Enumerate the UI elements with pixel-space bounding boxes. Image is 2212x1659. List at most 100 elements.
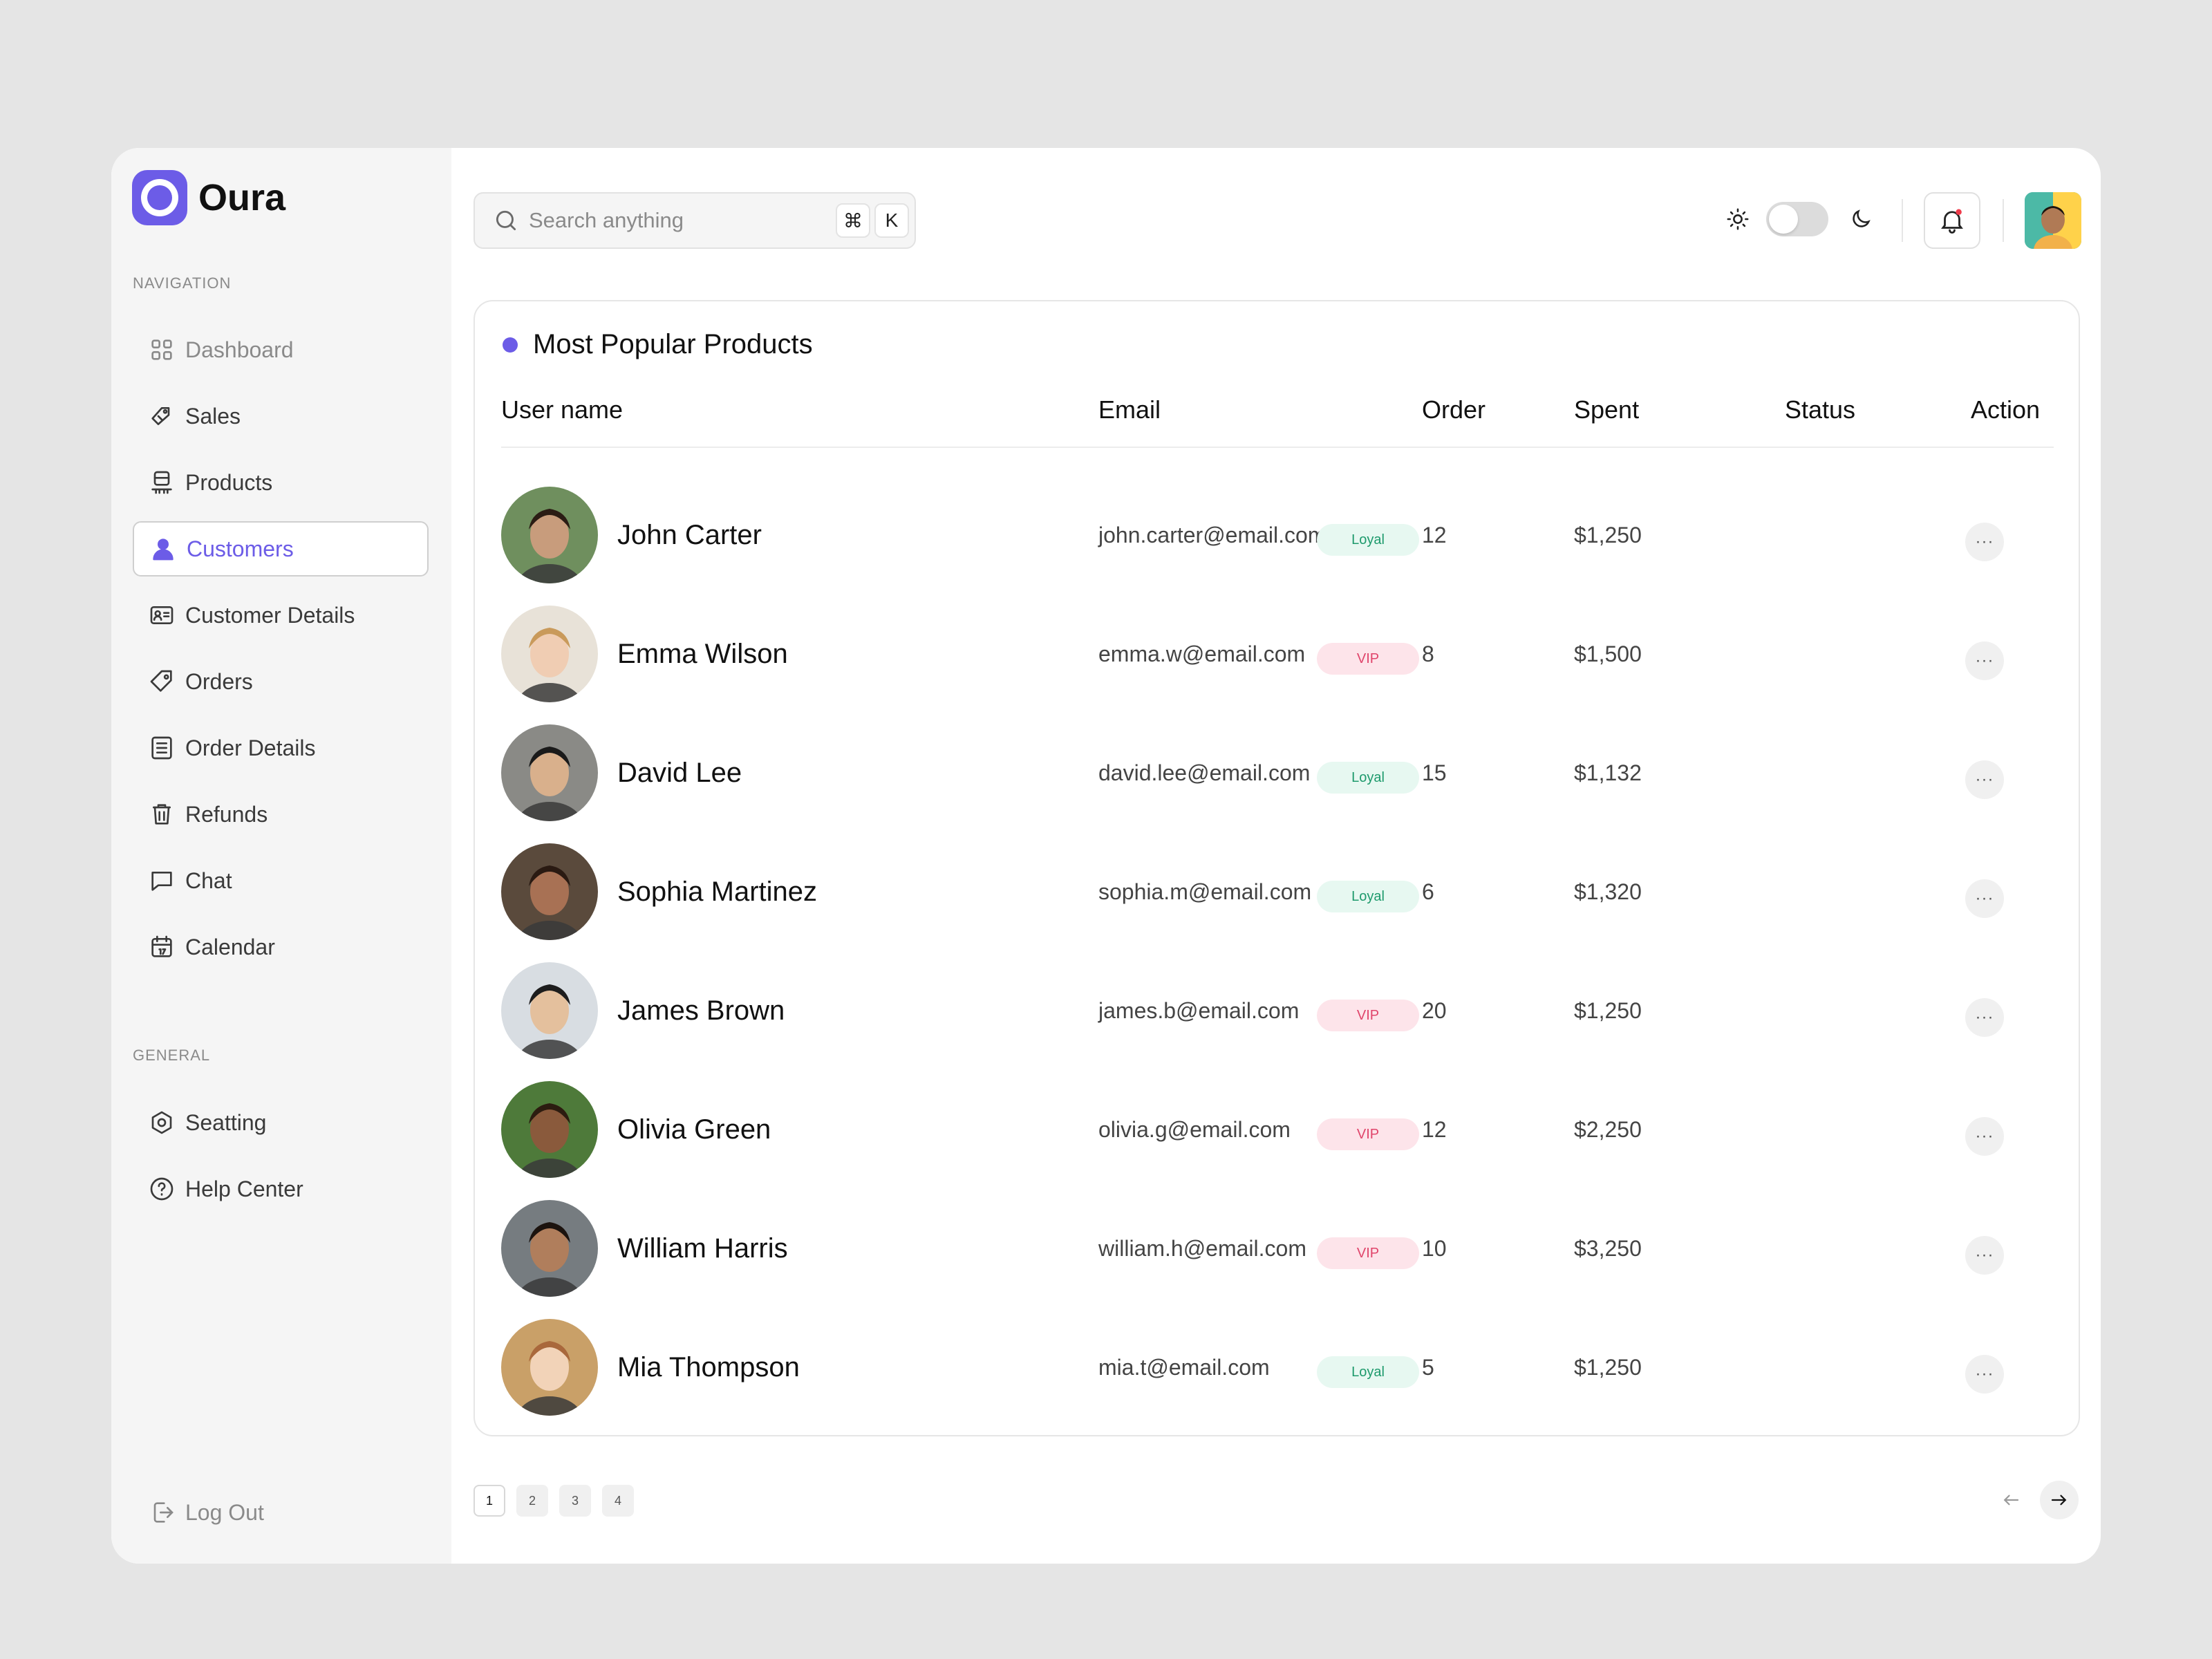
column-header-order[interactable]: Order [1422,395,1485,424]
title-dot [503,337,518,353]
sidebar-item-label: Refunds [185,801,268,827]
sidebar-item-customer-details[interactable]: Customer Details [133,588,429,643]
column-header-email[interactable]: Email [1098,395,1161,424]
table-row[interactable]: William Harris william.h@email.com 10 $3,25… [501,1188,2054,1306]
more-actions-button[interactable]: ··· [1965,1117,2004,1156]
customer-avatar [501,724,598,821]
table-title: Most Popular Products [533,329,813,359]
sidebar-item-sales[interactable]: Sales [133,388,429,444]
brand-name: Oura [198,177,286,218]
main-navigation: Dashboard Sales Products Customers Customer … [133,322,429,986]
settings-icon [151,1111,172,1134]
theme-toggle[interactable] [1766,202,1828,236]
more-actions-button[interactable]: ··· [1965,523,2004,561]
header-divider [501,447,2054,448]
customer-name[interactable]: Sophia Martinez [617,877,817,908]
customer-orders: 6 [1422,879,1434,904]
customer-name[interactable]: Olivia Green [617,1114,771,1145]
tag-icon [151,407,170,425]
logout-label: Log Out [185,1499,264,1525]
sidebar-item-products[interactable]: Products [133,455,429,510]
sidebar-item-label: Customers [187,536,294,561]
sidebar-item-chat[interactable]: Chat [133,853,429,908]
customer-email: mia.t@email.com [1098,1355,1270,1380]
sidebar-item-refunds[interactable]: Refunds [133,787,429,842]
table-row[interactable]: James Brown james.b@email.com 20 $1,250 VIP ·… [501,950,2054,1069]
customer-email: emma.w@email.com [1098,641,1306,666]
status-badge: VIP [1317,1237,1419,1269]
sidebar-item-label: Calendar [185,934,275,959]
customer-name[interactable]: Emma Wilson [617,639,788,670]
more-actions-button[interactable]: ··· [1965,641,2004,680]
search-input[interactable]: Search anything ⌘ K [474,192,916,249]
sidebar-item-dashboard[interactable]: Dashboard [133,322,429,377]
more-actions-button[interactable]: ··· [1965,998,2004,1037]
logout-button[interactable]: Log Out [133,1485,429,1540]
app-window: Oura NAVIGATION Dashboard Sales Products Cu… [111,148,2101,1564]
table-row[interactable]: John Carter john.carter@email.com 12 $1,250… [501,474,2054,593]
table-row[interactable]: Olivia Green olivia.g@email.com 12 $2,250 VI… [501,1069,2054,1188]
more-actions-button[interactable]: ··· [1965,879,2004,918]
customer-orders: 15 [1422,760,1447,785]
arrow-left-icon [2003,1494,2019,1506]
customer-name[interactable]: David Lee [617,758,742,789]
page-button-1[interactable]: 1 [474,1485,505,1517]
sidebar-item-label: Chat [185,868,232,893]
toggle-knob [1769,205,1798,234]
sidebar-item-seatting[interactable]: Seatting [133,1095,429,1150]
navigation-section-label: NAVIGATION [133,274,232,292]
arrow-right-icon [2051,1494,2067,1506]
table-row[interactable]: Mia Thompson mia.t@email.com 5 $1,250 Loyal ·… [501,1306,2054,1425]
customer-avatar [501,487,598,583]
profile-avatar[interactable] [2025,192,2081,249]
general-navigation: Seatting Help Center [133,1095,429,1228]
more-actions-button[interactable]: ··· [1965,760,2004,799]
sidebar-item-customers[interactable]: Customers [133,521,429,577]
notifications-button[interactable] [1924,192,1980,249]
sidebar-item-label: Order Details [185,735,316,760]
sidebar-item-label: Sales [185,403,241,429]
bell-icon [1941,209,1963,234]
customer-spent: $1,250 [1574,523,1642,547]
prev-page-button[interactable] [1991,1481,2030,1519]
box-icon [151,471,172,494]
card-title: Most Popular Products [503,329,813,360]
customer-orders: 8 [1422,641,1434,666]
search-placeholder: Search anything [529,208,684,232]
customer-name[interactable]: James Brown [617,995,785,1027]
status-badge: Loyal [1317,1356,1419,1388]
sidebar-item-help-center[interactable]: Help Center [133,1161,429,1217]
user-icon [153,538,174,561]
customer-email: sophia.m@email.com [1098,879,1312,904]
customer-name[interactable]: John Carter [617,520,762,551]
brand[interactable]: Oura [132,170,285,225]
shortcut-k-key: K [874,203,909,238]
page-button-2[interactable]: 2 [516,1485,548,1517]
more-actions-button[interactable]: ··· [1965,1355,2004,1394]
shortcut-cmd-key: ⌘ [836,203,870,238]
customer-orders: 5 [1422,1355,1434,1380]
column-header-user[interactable]: User name [501,395,623,424]
customer-spent: $3,250 [1574,1236,1642,1261]
customer-name[interactable]: Mia Thompson [617,1352,800,1383]
table-row[interactable]: David Lee david.lee@email.com 15 $1,132 Loya… [501,712,2054,831]
sidebar-item-orders[interactable]: Orders [133,654,429,709]
list-icon [151,736,172,760]
more-actions-button[interactable]: ··· [1965,1236,2004,1275]
next-page-button[interactable] [2040,1481,2079,1519]
page-button-4[interactable]: 4 [602,1485,634,1517]
page-button-3[interactable]: 3 [559,1485,591,1517]
customer-name[interactable]: William Harris [617,1233,788,1264]
sidebar-item-calendar[interactable]: Calendar [133,919,429,975]
calendar-icon [151,935,172,957]
sidebar-item-label: Customer Details [185,602,355,628]
logo-icon [132,170,187,225]
table-row[interactable]: Emma Wilson emma.w@email.com 8 $1,500 VIP ··· [501,593,2054,712]
table-row[interactable]: Sophia Martinez sophia.m@email.com 6 $1,320… [501,831,2054,950]
customer-avatar [501,1200,598,1297]
column-header-status[interactable]: Status [1785,395,1855,424]
grid-icon [151,339,172,360]
column-header-spent[interactable]: Spent [1574,395,1639,424]
sidebar-item-order-details[interactable]: Order Details [133,720,429,776]
column-header-action[interactable]: Action [1971,395,2040,424]
